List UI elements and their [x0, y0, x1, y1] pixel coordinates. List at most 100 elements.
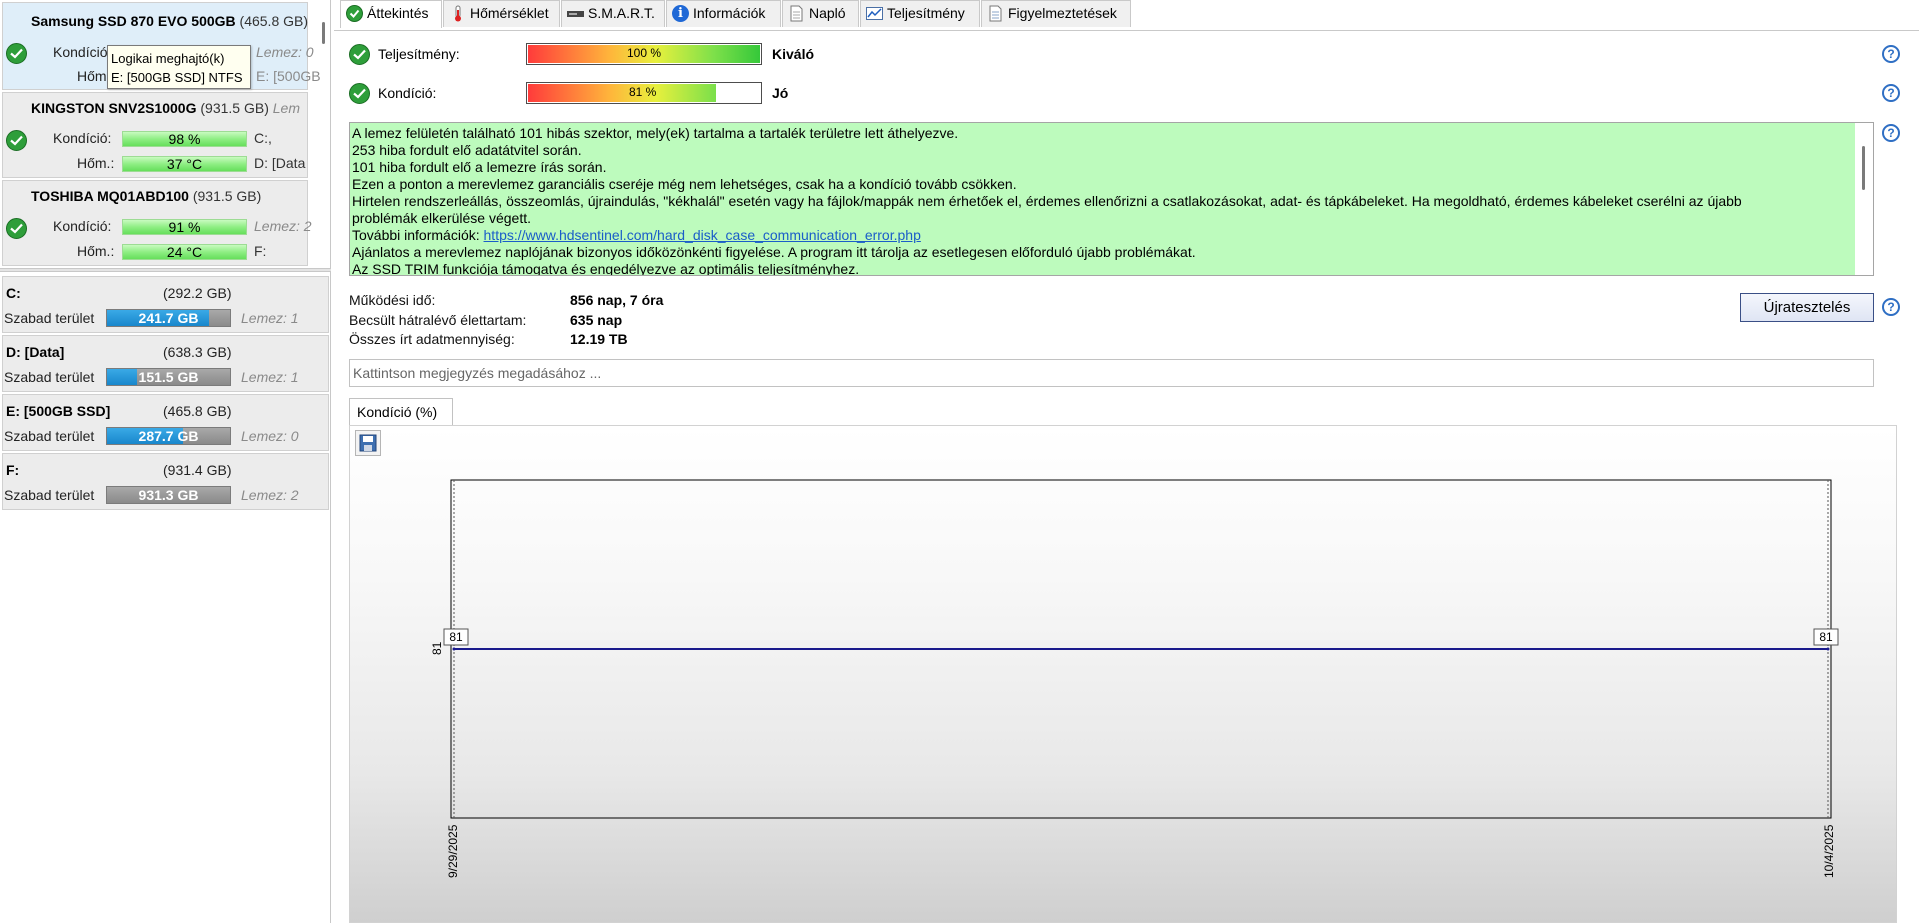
volume-size: (931.4 GB) [163, 462, 232, 478]
document-icon [788, 5, 805, 22]
tab-smart[interactable]: S.M.A.R.T. [561, 0, 665, 27]
disk-list-scrollbar[interactable] [322, 22, 325, 44]
status-ok-icon [6, 130, 27, 151]
tab-label: Figyelmeztetések [1008, 5, 1117, 21]
x-tick-label: 9/29/2025 [446, 824, 460, 878]
volume-name: D: [Data] [6, 344, 65, 360]
temperature-bar: 37 °C [122, 156, 247, 172]
disk-title: KINGSTON SNV2S1000G (931.5 GB) Lem [31, 100, 300, 116]
volume-item-f[interactable]: F: (931.4 GB) Szabad terület 931.3 GB Le… [2, 453, 329, 510]
disk-item-toshiba[interactable]: TOSHIBA MQ01ABD100 (931.5 GB) Kondíció: … [2, 180, 312, 266]
volume-disk: Lemez: 1 [241, 310, 299, 326]
tab-temperature[interactable]: Hőmérséklet [443, 0, 560, 27]
tab-alerts[interactable]: Figyelmeztetések [981, 0, 1131, 27]
condition-label: Kondíció: [53, 44, 112, 60]
condition-bar: 98 % [122, 131, 247, 147]
volume-disk: Lemez: 2 [241, 487, 299, 503]
chart-tab-condition[interactable]: Kondíció (%) [349, 398, 453, 426]
messages-scrollbar[interactable] [1855, 123, 1873, 275]
status-message: problémák elkerülése végett. [352, 210, 531, 226]
thermometer-icon [449, 5, 466, 22]
chart-icon [866, 5, 883, 22]
tab-performance[interactable]: Teljesítmény [860, 0, 980, 27]
status-message: 253 hiba fordult elő adatátvitel során. [352, 142, 582, 158]
condition-value: 81 % [629, 85, 657, 99]
performance-bar: 100 % [526, 43, 762, 65]
status-message: Az SSD TRIM funkciója támogatva és enged… [352, 261, 860, 276]
info-icon: i [672, 5, 689, 22]
volume-size: (638.3 GB) [163, 344, 232, 360]
y-axis-label: 81 [430, 641, 444, 655]
x-tick-label: 10/4/2025 [1822, 824, 1836, 878]
condition-bar: 91 % [122, 219, 247, 235]
help-icon[interactable]: ? [1882, 45, 1900, 63]
status-messages-text: A lemez felületén található 101 hibás sz… [352, 125, 1852, 276]
performance-ok-icon [349, 44, 370, 65]
free-space-label: Szabad terület [4, 487, 95, 503]
data-label: 81 [1819, 630, 1833, 644]
volume-size: (465.8 GB) [163, 403, 232, 419]
condition-ok-icon [349, 83, 370, 104]
free-space-bar: 151.5 GB [106, 368, 231, 386]
check-circle-icon [346, 5, 363, 22]
status-message: A lemez felületén található 101 hibás sz… [352, 125, 959, 141]
tab-label: S.M.A.R.T. [588, 5, 655, 21]
tooltip-line: E: [500GB SSD] NTFS [111, 70, 243, 85]
volume-item-d[interactable]: D: [Data] (638.3 GB) Szabad terület 151.… [2, 335, 329, 392]
pane-splitter[interactable] [0, 268, 331, 272]
tab-information[interactable]: i Információk [666, 0, 781, 27]
temp-label: Hőm.: [77, 243, 115, 259]
condition-bar: 81 % [526, 82, 762, 104]
temp-label: Hőm.: [77, 155, 115, 171]
disk-title: TOSHIBA MQ01ABD100 (931.5 GB) [31, 188, 262, 204]
data-label: 81 [449, 630, 463, 644]
free-space-label: Szabad terület [4, 369, 95, 385]
help-icon[interactable]: ? [1882, 124, 1900, 142]
free-space-bar: 287.7 GB [106, 427, 231, 445]
volume-disk: Lemez: 1 [241, 369, 299, 385]
help-icon[interactable]: ? [1882, 84, 1900, 102]
tab-baseline [334, 30, 1919, 31]
tab-label: Teljesítmény [887, 5, 965, 21]
status-ok-icon [6, 218, 27, 239]
status-ok-icon [6, 43, 27, 64]
condition-rating: Jó [772, 85, 789, 101]
retest-button[interactable]: Újratesztelés [1740, 293, 1874, 322]
drive-icon [567, 5, 584, 22]
performance-label: Teljesítmény: [378, 46, 460, 62]
note-input[interactable]: Kattintson megjegyzés megadásához ... [349, 359, 1874, 387]
volume-name: F: [6, 462, 20, 478]
disk-item-kingston[interactable]: KINGSTON SNV2S1000G (931.5 GB) Lem Kondí… [2, 92, 308, 178]
disk-number: Lemez: 0 [256, 44, 314, 60]
status-message: Hirtelen rendszerleállás, összeomlás, új… [352, 193, 1742, 209]
data-point [1826, 647, 1830, 651]
tab-log[interactable]: Napló [782, 0, 859, 27]
logical-drives-tooltip: Logikai meghajtó(k) E: [500GB SSD] NTFS [107, 45, 251, 89]
volume-name: C: [6, 285, 21, 301]
help-icon[interactable]: ? [1882, 298, 1900, 316]
lifetime-value: 635 nap [570, 312, 623, 328]
free-space-bar: 241.7 GB [106, 309, 231, 327]
status-message: Ezen a ponton a merevlemez garanciális c… [352, 176, 1017, 192]
volume-item-c[interactable]: C: (292.2 GB) Szabad terület 241.7 GB Le… [2, 276, 329, 333]
condition-bar-fill [528, 84, 716, 102]
tab-label: Napló [809, 5, 846, 21]
status-message: Ajánlatos a merevlemez naplójának bizony… [352, 244, 1196, 260]
volume-name: E: [500GB SSD] [6, 403, 111, 419]
free-space-fill [107, 369, 137, 385]
tab-label: Áttekintés [367, 5, 429, 21]
scrollbar-thumb[interactable] [1862, 146, 1865, 190]
performance-rating: Kiváló [772, 46, 815, 62]
disk-number: Lemez: 2 [254, 218, 312, 234]
more-info-link[interactable]: https://www.hdsentinel.com/hard_disk_cas… [484, 227, 921, 243]
alerts-document-icon [987, 5, 1004, 22]
tab-overview[interactable]: Áttekintés [340, 0, 442, 28]
condition-label: Kondíció: [53, 130, 112, 146]
volume-size: (292.2 GB) [163, 285, 232, 301]
free-space-label: Szabad terület [4, 310, 95, 326]
data-point [452, 647, 456, 651]
performance-value: 100 % [627, 46, 662, 60]
disk-volumes: E: [500GB [256, 68, 321, 84]
volume-item-e[interactable]: E: [500GB SSD] (465.8 GB) Szabad terület… [2, 394, 329, 451]
status-messages-box[interactable]: A lemez felületén található 101 hibás sz… [349, 122, 1874, 276]
